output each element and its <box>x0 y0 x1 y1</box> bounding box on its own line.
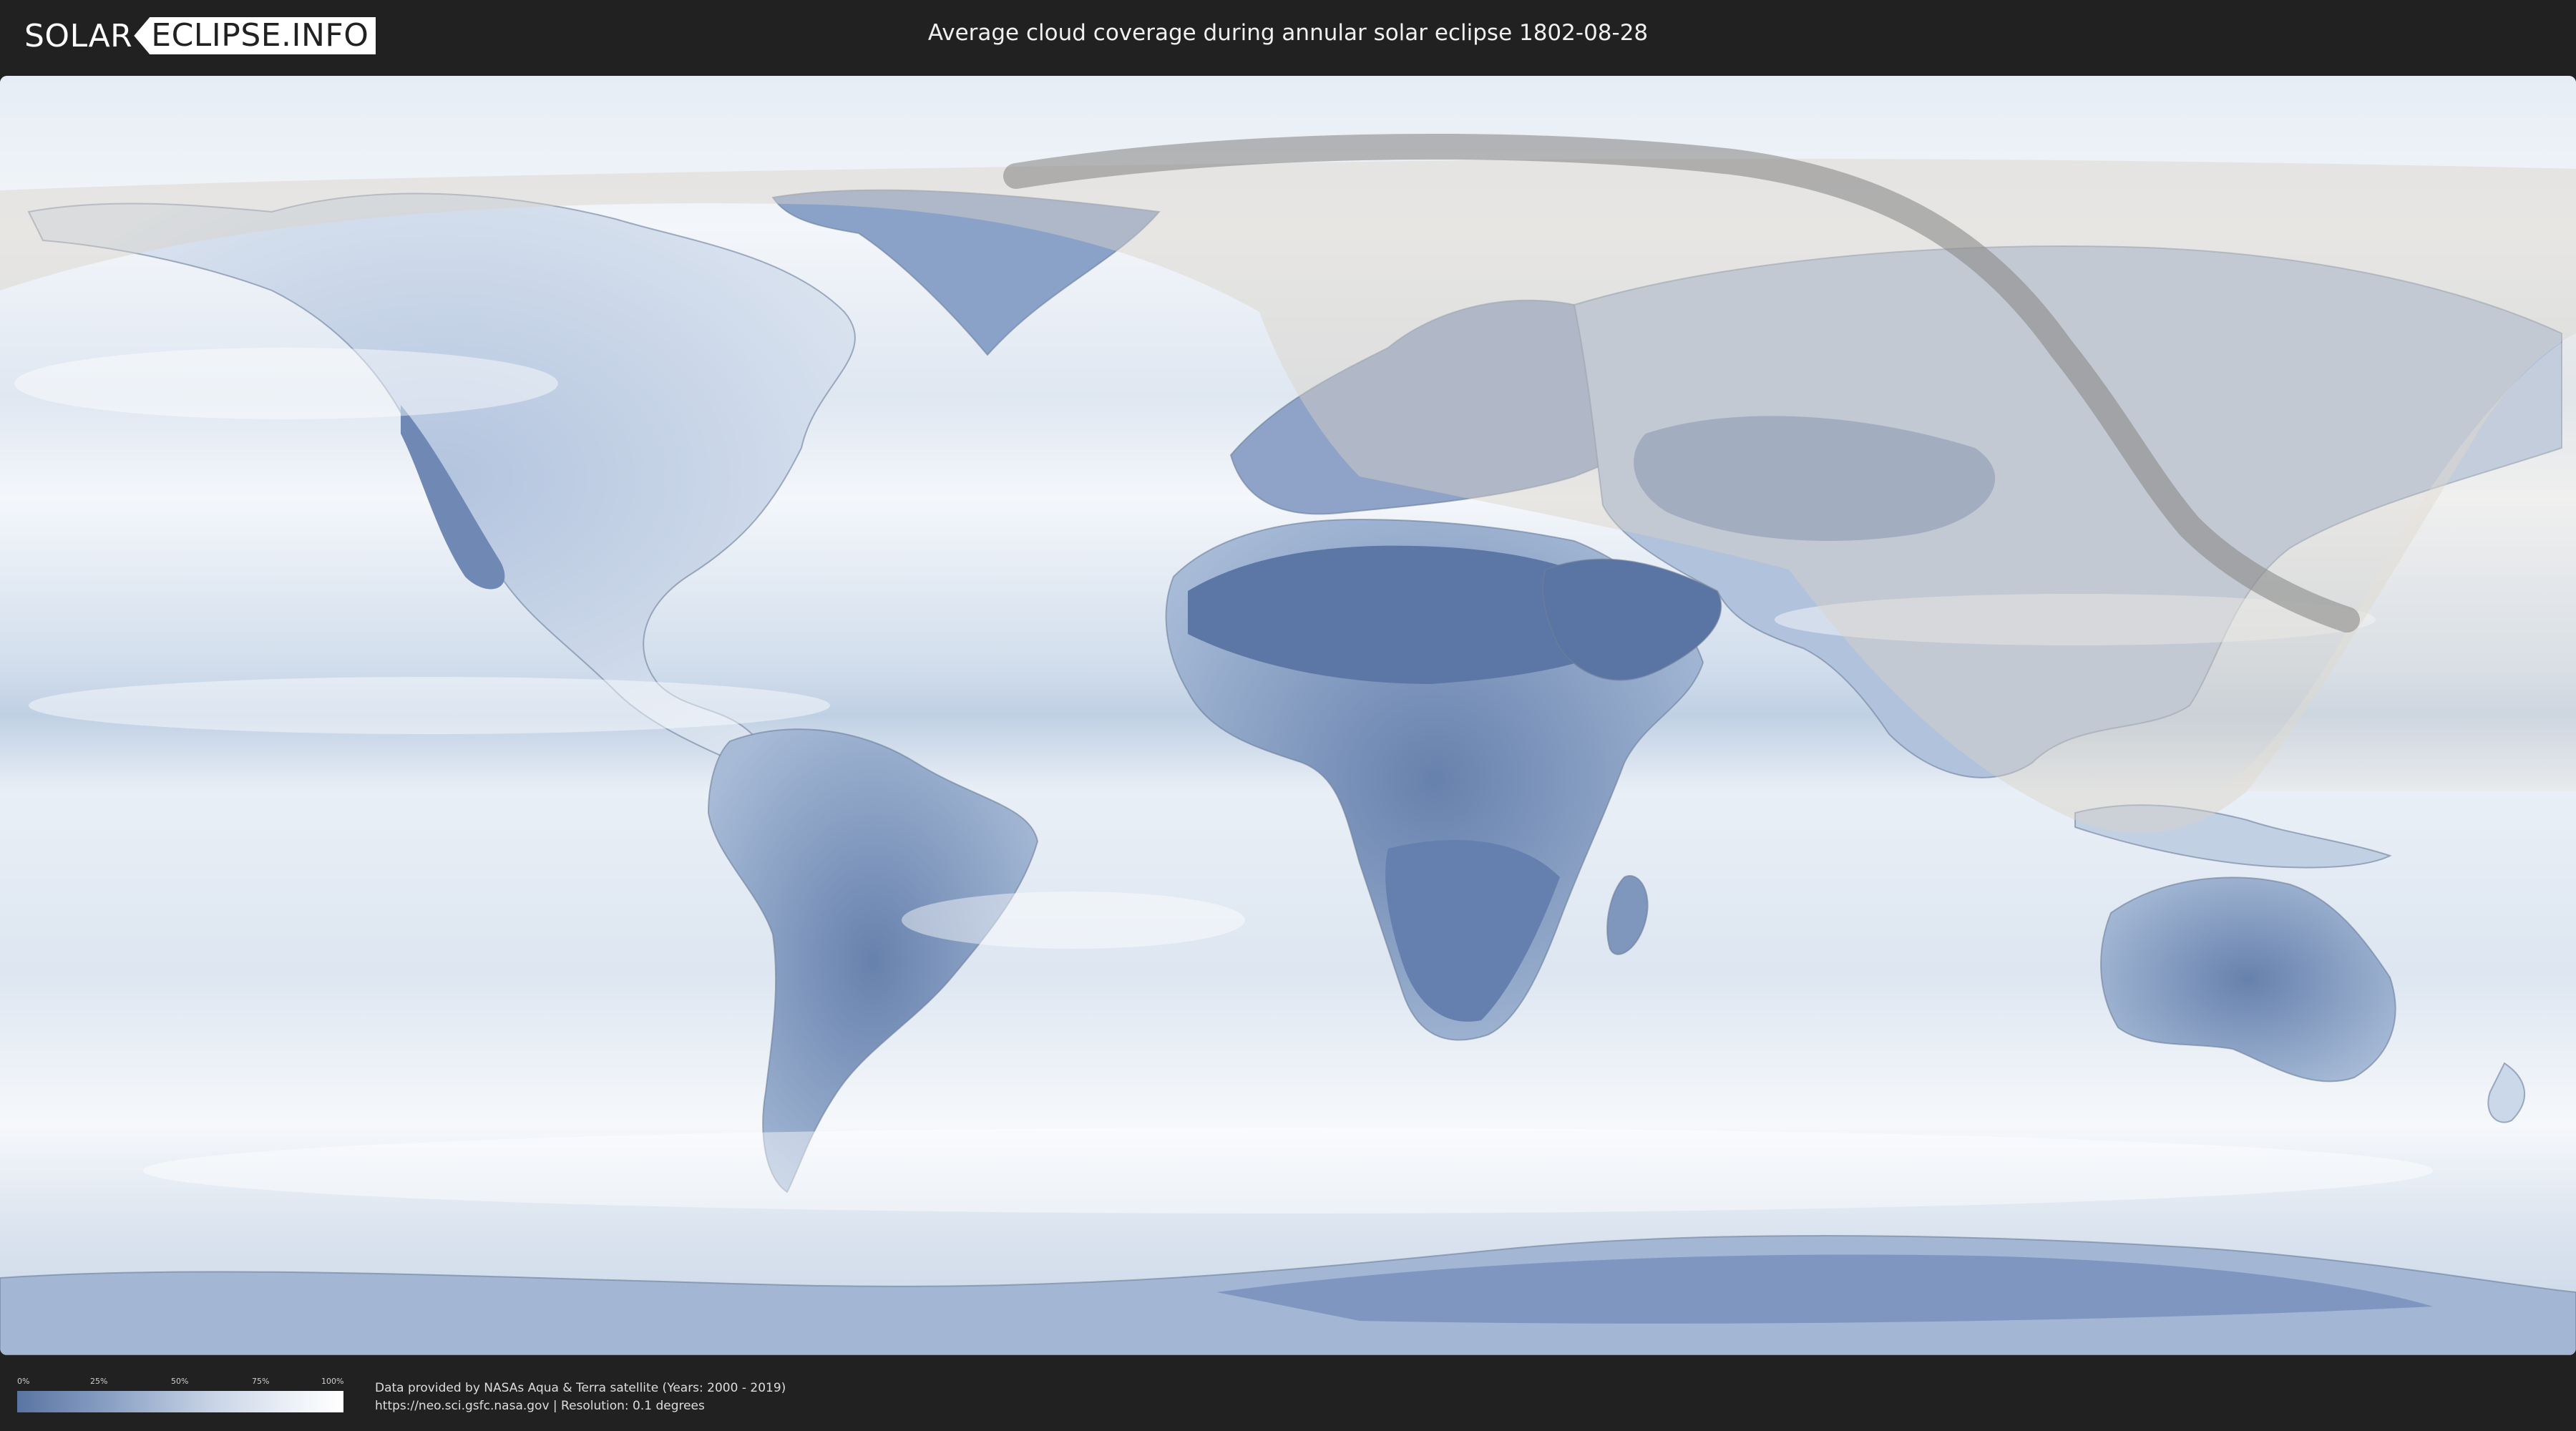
header-bar: SOLAR ECLIPSE.INFO Average cloud coverag… <box>0 0 2576 72</box>
world-map-svg <box>0 76 2576 1355</box>
legend-tick-50: 50% <box>171 1377 189 1386</box>
cloud-coverage-legend-bar <box>17 1391 343 1412</box>
credits-line-url[interactable]: https://neo.sci.gsfc.nasa.gov | Resoluti… <box>375 1397 786 1415</box>
credits-line-source: Data provided by NASAs Aqua & Terra sate… <box>375 1381 786 1395</box>
legend-tick-25: 25% <box>90 1377 108 1386</box>
data-credits: Data provided by NASAs Aqua & Terra sate… <box>375 1379 786 1415</box>
page-title: Average cloud coverage during annular so… <box>927 20 1649 46</box>
legend-tick-100: 100% <box>321 1377 344 1386</box>
legend-tick-labels: 0% 25% 50% 75% 100% <box>17 1377 343 1388</box>
legend-tick-75: 75% <box>252 1377 270 1386</box>
cloud-coverage-map <box>0 76 2576 1355</box>
legend-tick-0: 0% <box>17 1377 30 1386</box>
